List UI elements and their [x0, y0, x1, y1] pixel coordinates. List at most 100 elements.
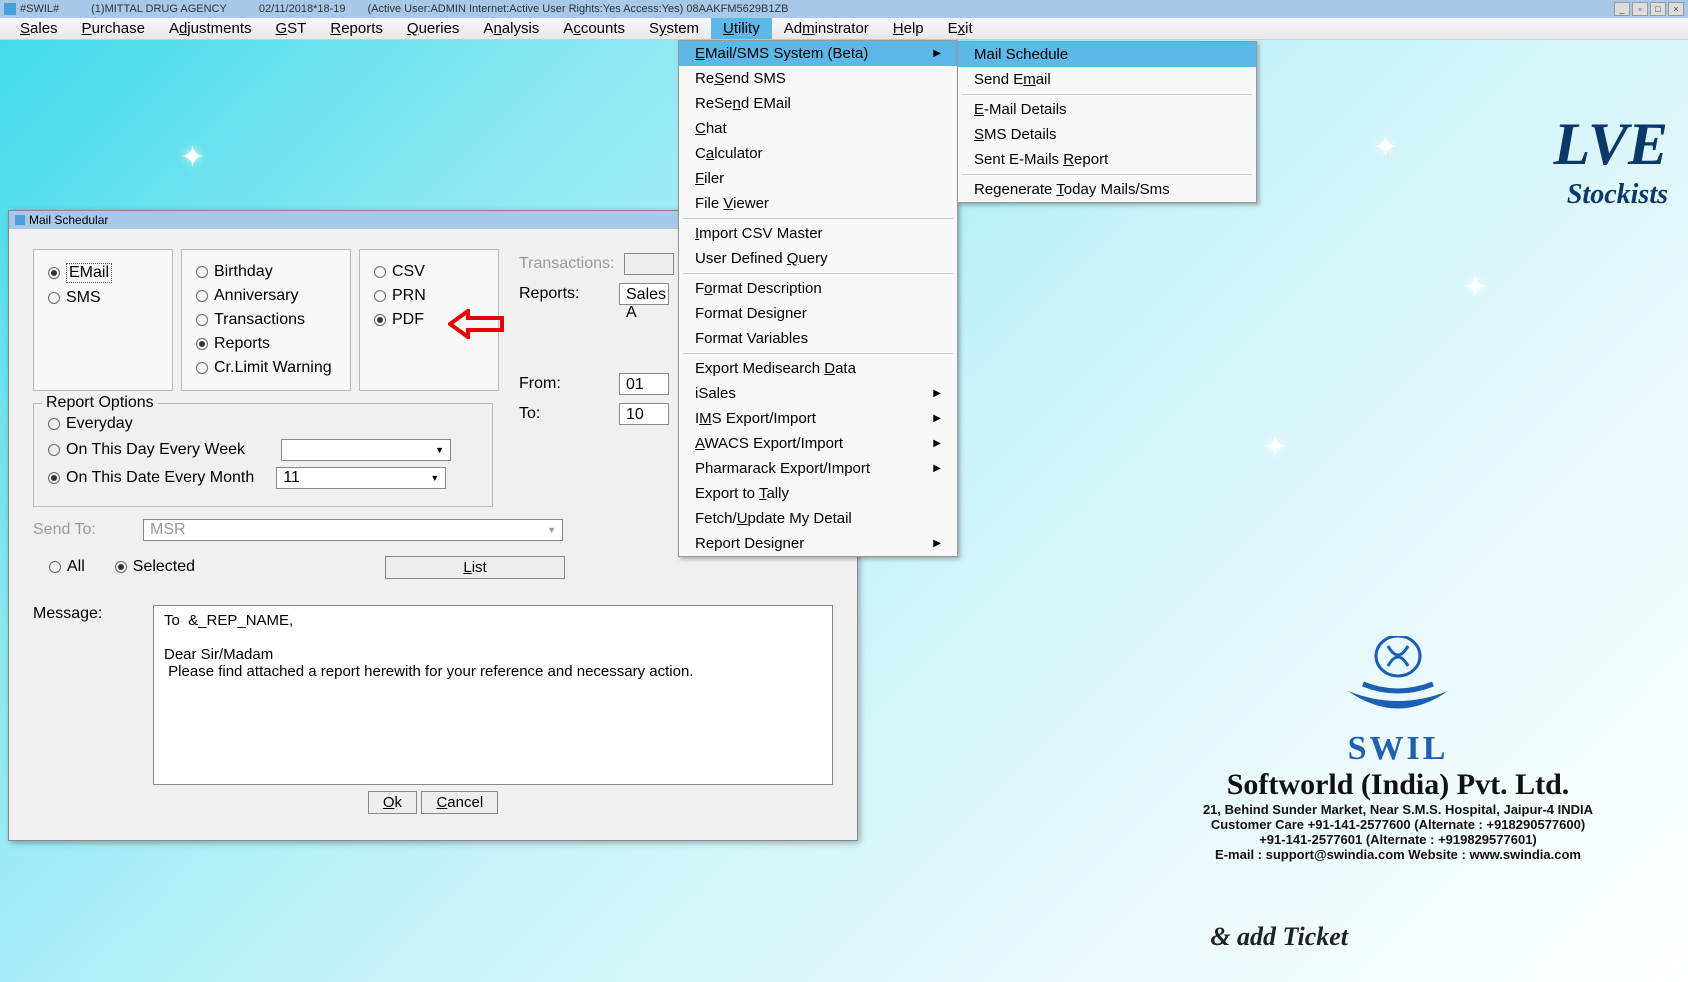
category-group: Birthday Anniversary Transactions Report…	[181, 249, 351, 391]
radio-pdf[interactable]: PDF	[374, 308, 484, 332]
radio-transactions[interactable]: Transactions	[196, 308, 336, 332]
menu-format-description[interactable]: Format Description	[679, 276, 957, 301]
brand-contact: E-mail : support@swindia.com Website : w…	[1148, 847, 1648, 862]
menu-export-tally[interactable]: Export to Tally	[679, 481, 957, 506]
menu-awacs-export[interactable]: AWACS Export/Import▶	[679, 431, 957, 456]
monthly-dropdown[interactable]: 11▼	[276, 467, 446, 489]
separator	[683, 218, 953, 219]
brand-logo-icon	[1338, 636, 1458, 726]
menu-help[interactable]: Help	[881, 18, 936, 39]
menu-format-designer[interactable]: Format Designer	[679, 301, 957, 326]
sendto-dropdown[interactable]: MSR▼	[143, 519, 563, 541]
menu-exit[interactable]: Exit	[936, 18, 985, 39]
submenu-regenerate-today[interactable]: Regenerate Today Mails/Sms	[958, 177, 1256, 202]
menu-analysis[interactable]: Analysis	[471, 18, 551, 39]
close-button[interactable]: ×	[1668, 2, 1684, 16]
radio-reports[interactable]: Reports	[196, 332, 336, 356]
utility-dropdown: EMail/SMS System (Beta)▶ ReSend SMS ReSe…	[678, 40, 958, 557]
menu-report-designer[interactable]: Report Designer▶	[679, 531, 957, 556]
list-button[interactable]: List	[385, 556, 565, 579]
message-label: Message:	[33, 605, 133, 785]
menu-ims-export[interactable]: IMS Export/Import▶	[679, 406, 957, 431]
format-group: CSV PRN PDF	[359, 249, 499, 391]
ok-button[interactable]: Ok	[368, 791, 417, 814]
reports-input[interactable]: Sales A	[619, 283, 669, 305]
radio-email[interactable]: EMail	[48, 260, 158, 286]
menu-chat[interactable]: Chat	[679, 116, 957, 141]
brand-name: SWIL	[1148, 730, 1648, 768]
radio-anniversary[interactable]: Anniversary	[196, 284, 336, 308]
menu-reports[interactable]: Reports	[318, 18, 395, 39]
menu-resend-email[interactable]: ReSend EMail	[679, 91, 957, 116]
radio-all[interactable]: All	[49, 555, 85, 579]
menu-resend-sms[interactable]: ReSend SMS	[679, 66, 957, 91]
radio-csv[interactable]: CSV	[374, 260, 484, 284]
menu-pharmarack-export[interactable]: Pharmarack Export/Import▶	[679, 456, 957, 481]
menu-calculator[interactable]: Calculator	[679, 141, 957, 166]
maximize-button[interactable]: □	[1650, 2, 1666, 16]
menu-queries[interactable]: Queries	[395, 18, 472, 39]
brand-address: 21, Behind Sunder Market, Near S.M.S. Ho…	[1148, 802, 1648, 817]
menu-gst[interactable]: GST	[264, 18, 319, 39]
menu-import-csv[interactable]: Import CSV Master	[679, 221, 957, 246]
right-fields: Transactions: Reports:Sales A From:01 To…	[519, 249, 674, 429]
sparkle-icon: ✦	[1373, 130, 1398, 165]
separator	[683, 273, 953, 274]
radio-sms[interactable]: SMS	[48, 286, 158, 310]
to-input[interactable]: 10	[619, 403, 669, 425]
sendto-label: Send To:	[33, 521, 133, 539]
menu-export-medisearch[interactable]: Export Medisearch Data	[679, 356, 957, 381]
menu-isales[interactable]: iSales▶	[679, 381, 957, 406]
app-name: #SWIL#	[20, 3, 59, 15]
submenu-sms-details[interactable]: SMS Details	[958, 122, 1256, 147]
radio-prn[interactable]: PRN	[374, 284, 484, 308]
from-label: From:	[519, 375, 609, 393]
report-options-fieldset: Report Options Everyday On This Day Ever…	[33, 403, 493, 507]
menu-email-sms-system[interactable]: EMail/SMS System (Beta)▶	[679, 41, 957, 66]
menu-adjustments[interactable]: Adjustments	[157, 18, 264, 39]
sparkle-icon: ✦	[1263, 430, 1288, 465]
radio-birthday[interactable]: Birthday	[196, 260, 336, 284]
radio-weekly[interactable]: On This Day Every Week▼	[48, 436, 478, 464]
email-sms-submenu: Mail Schedule Send Email E-Mail Details …	[957, 41, 1257, 203]
app-icon	[4, 3, 16, 15]
menu-sales[interactable]: Sales	[8, 18, 70, 39]
submenu-email-details[interactable]: E-Mail Details	[958, 97, 1256, 122]
menu-purchase[interactable]: Purchase	[70, 18, 157, 39]
radio-selected[interactable]: Selected	[115, 555, 195, 579]
cancel-button[interactable]: Cancel	[421, 791, 498, 814]
weekly-dropdown[interactable]: ▼	[281, 439, 451, 461]
from-input[interactable]: 01	[619, 373, 669, 395]
minimize-button[interactable]: _	[1614, 2, 1630, 16]
menu-fetch-update[interactable]: Fetch/Update My Detail	[679, 506, 957, 531]
menu-format-variables[interactable]: Format Variables	[679, 326, 957, 351]
dialog-title: Mail Schedular	[29, 213, 108, 227]
brand-care1: Customer Care +91-141-2577600 (Alternate…	[1148, 817, 1648, 832]
type-group: EMail SMS	[33, 249, 173, 391]
menu-file-viewer[interactable]: File Viewer	[679, 191, 957, 216]
brand-care2: +91-141-2577601 (Alternate : +9198295776…	[1148, 832, 1648, 847]
menu-filer[interactable]: Filer	[679, 166, 957, 191]
menu-accounts[interactable]: Accounts	[551, 18, 637, 39]
datetime: 02/11/2018*18-19	[259, 3, 346, 15]
menu-system[interactable]: System	[637, 18, 711, 39]
message-textarea[interactable]	[153, 605, 833, 785]
separator	[962, 174, 1252, 175]
sparkle-icon: ✦	[1463, 270, 1488, 305]
submenu-mail-schedule[interactable]: Mail Schedule	[958, 42, 1256, 67]
transactions-input	[624, 253, 674, 275]
reports-label: Reports:	[519, 285, 609, 303]
menu-utility[interactable]: Utility	[711, 18, 772, 39]
radio-monthly[interactable]: On This Date Every Month11▼	[48, 464, 478, 492]
menu-user-query[interactable]: User Defined Query	[679, 246, 957, 271]
submenu-sent-emails-report[interactable]: Sent E-Mails Report	[958, 147, 1256, 172]
radio-everyday[interactable]: Everyday	[48, 412, 478, 436]
menu-bar: Sales Purchase Adjustments GST Reports Q…	[0, 18, 1688, 40]
radio-crlimit[interactable]: Cr.Limit Warning	[196, 356, 336, 380]
restore-button[interactable]: ▫	[1632, 2, 1648, 16]
ticket-text: & add Ticket	[1210, 922, 1348, 952]
menu-administrator[interactable]: Adminstrator	[772, 18, 881, 39]
fieldset-legend: Report Options	[42, 394, 158, 412]
company-name: (1)MITTAL DRUG AGENCY	[91, 3, 227, 15]
submenu-send-email[interactable]: Send Email	[958, 67, 1256, 92]
